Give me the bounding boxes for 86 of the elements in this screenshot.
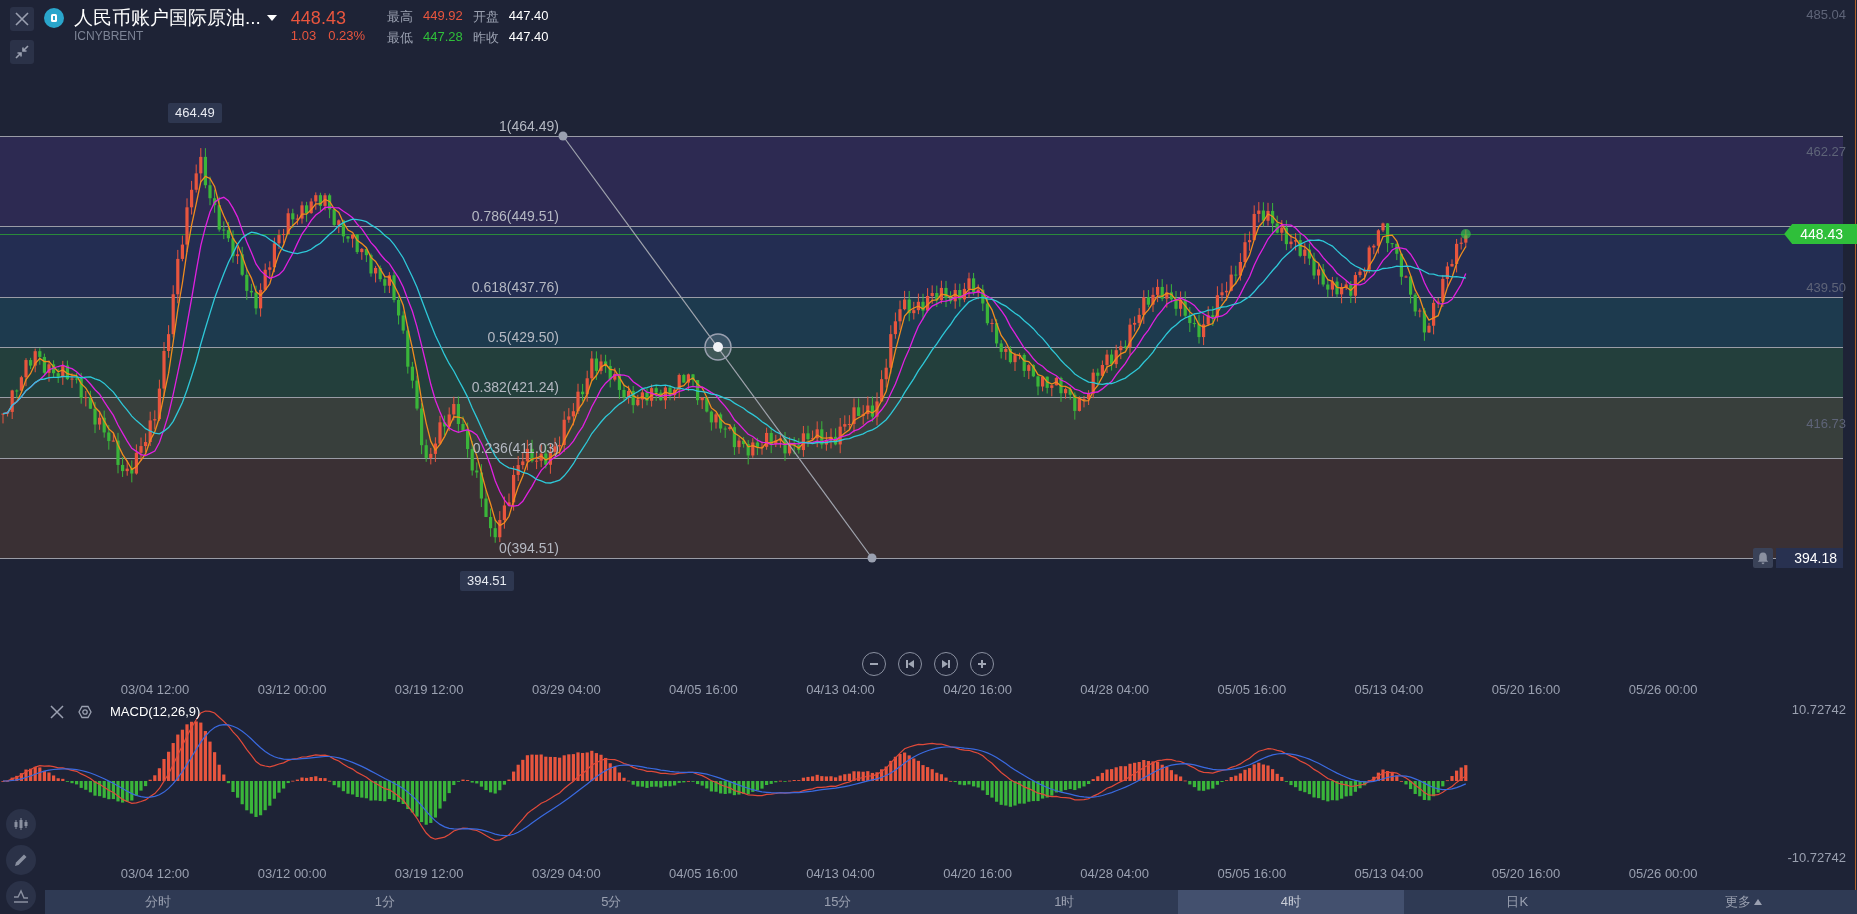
date-axis-label: 05/05 16:00 xyxy=(1217,682,1287,697)
indicator-title: MACD(12,26,9) xyxy=(110,704,201,719)
last-price-dot xyxy=(1460,229,1471,239)
date-axis-label: 04/13 04:00 xyxy=(806,682,875,697)
interval-tab[interactable]: 1分 xyxy=(271,890,498,914)
fib-level-label: 0.786(449.51) xyxy=(471,208,559,224)
date-axis-label: 03/04 12:00 xyxy=(120,866,190,881)
low-price-marker: 394.51 xyxy=(460,571,514,591)
high-price-marker: 464.49 xyxy=(168,103,222,123)
chart-type-button[interactable] xyxy=(6,809,36,839)
skip-forward-icon xyxy=(940,658,952,670)
coin-icon xyxy=(49,13,59,23)
price-change: 1.03 xyxy=(290,29,317,43)
caret-down-icon xyxy=(266,15,277,21)
close-icon xyxy=(50,704,64,719)
settings-icon xyxy=(78,704,92,719)
date-axis-label: 03/19 12:00 xyxy=(394,682,464,697)
collapse-arrows-icon xyxy=(15,45,29,59)
interval-tab[interactable]: 15分 xyxy=(724,890,951,914)
close-button[interactable] xyxy=(10,7,34,31)
date-axis-label: 03/29 04:00 xyxy=(531,866,601,881)
plus-icon xyxy=(976,658,988,670)
stat-value: 447.28 xyxy=(423,29,463,46)
stat-label: 昨收 xyxy=(472,29,499,47)
current-price: 448.43 xyxy=(290,7,347,29)
date-axis-label: 05/20 16:00 xyxy=(1491,682,1561,697)
fib-level-label: 0.382(421.24) xyxy=(471,379,559,395)
stat-label: 最低 xyxy=(387,29,414,47)
alert-button[interactable] xyxy=(1753,548,1774,568)
date-axis-label: 03/12 00:00 xyxy=(257,866,327,881)
bell-icon xyxy=(1756,551,1771,565)
date-axis-label: 05/13 04:00 xyxy=(1354,866,1424,881)
date-axis-label: 04/05 16:00 xyxy=(669,866,738,881)
date-axis-label: 05/26 00:00 xyxy=(1628,682,1698,697)
instrument-name: 人民币账户国际原油... xyxy=(74,7,261,29)
interval-tab[interactable]: 1时 xyxy=(951,890,1178,914)
drawing-tool-button[interactable] xyxy=(6,845,36,875)
date-axis-label: 04/28 04:00 xyxy=(1080,866,1150,881)
date-axis-label: 03/12 00:00 xyxy=(257,682,327,697)
stat-label: 最高 xyxy=(387,8,414,26)
line-chart-icon xyxy=(13,888,29,904)
candlestick-icon xyxy=(13,816,29,832)
stat-value: 447.40 xyxy=(508,8,549,25)
stat-label: 开盘 xyxy=(472,8,499,26)
fib-level-label: 0(394.51) xyxy=(499,540,559,556)
last-price-tag: 448.43 xyxy=(1784,224,1857,244)
fib-level-label: 1(464.49) xyxy=(499,118,559,134)
date-axis-label: 04/28 04:00 xyxy=(1080,682,1150,697)
skip-back-icon xyxy=(904,658,916,670)
caret-up-icon xyxy=(1754,899,1763,905)
interval-tab[interactable]: 分时 xyxy=(45,890,272,914)
stat-value: 449.92 xyxy=(423,8,463,25)
macd-axis-label: -10.72742 xyxy=(1787,850,1846,865)
instrument-dropdown[interactable] xyxy=(266,15,277,21)
stat-value: 447.40 xyxy=(508,29,549,46)
interval-tab[interactable]: 4时 xyxy=(1177,890,1404,914)
date-axis-label: 04/13 04:00 xyxy=(806,866,875,881)
indicator-button[interactable] xyxy=(6,881,36,911)
fib-level-label: 0.5(429.50) xyxy=(487,329,559,345)
pencil-icon xyxy=(13,852,29,868)
date-axis-label: 03/04 12:00 xyxy=(120,682,190,697)
fib-level-label: 0.618(437.76) xyxy=(471,279,559,295)
date-axis-label: 04/20 16:00 xyxy=(943,866,1012,881)
date-axis-label: 03/29 04:00 xyxy=(531,682,601,697)
price-axis-label: 439.50 xyxy=(1806,280,1846,295)
date-axis-label: 05/26 00:00 xyxy=(1628,866,1698,881)
macd-axis-label: 10.72742 xyxy=(1791,702,1846,717)
collapse-button[interactable] xyxy=(10,40,34,64)
interval-tab[interactable]: 日K xyxy=(1404,890,1631,914)
alert-price-label: 394.18 xyxy=(1776,548,1843,568)
close-icon xyxy=(15,12,29,26)
indicator-settings-button[interactable] xyxy=(78,704,92,719)
date-axis-label: 03/19 12:00 xyxy=(394,866,464,881)
date-axis-label: 04/20 16:00 xyxy=(943,682,1012,697)
remove-indicator-button[interactable] xyxy=(50,704,64,719)
interval-tab[interactable]: 5分 xyxy=(498,890,725,914)
interval-tab[interactable]: 更多 xyxy=(1630,890,1857,914)
date-axis-label: 04/05 16:00 xyxy=(669,682,738,697)
price-axis-label: 462.27 xyxy=(1806,144,1846,159)
instrument-code: ICNYBRENT xyxy=(74,29,145,43)
date-axis-label: 05/05 16:00 xyxy=(1217,866,1287,881)
date-axis-label: 05/20 16:00 xyxy=(1491,866,1561,881)
date-axis-label: 05/13 04:00 xyxy=(1354,682,1424,697)
price-axis-label: 485.04 xyxy=(1806,7,1846,22)
price-axis-label: 416.73 xyxy=(1806,416,1846,431)
price-change-percent: 0.23% xyxy=(328,29,366,43)
